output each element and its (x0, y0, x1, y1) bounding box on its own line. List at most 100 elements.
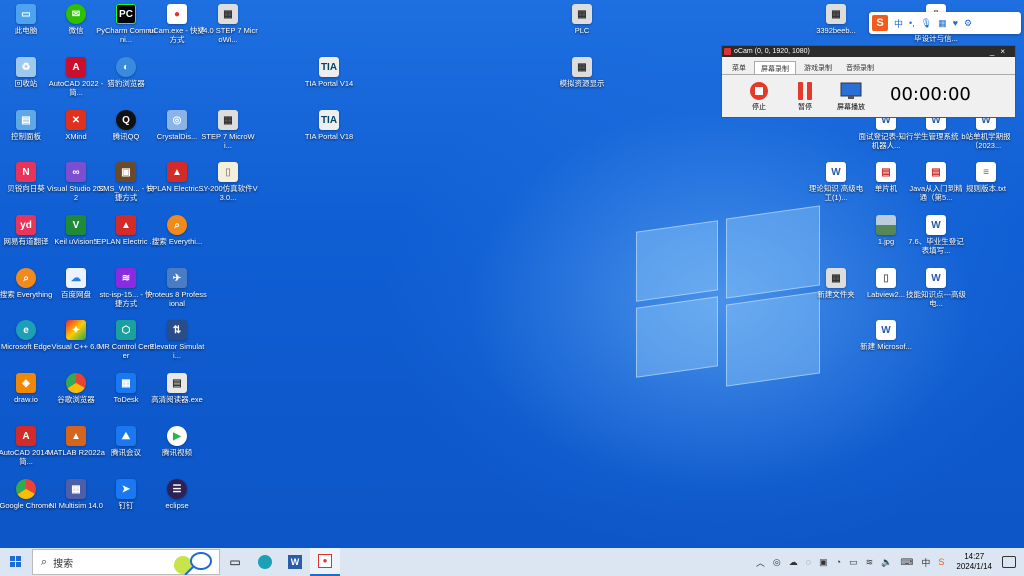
tab-game-record[interactable]: 游戏录制 (798, 61, 838, 74)
edge-icon: e (16, 320, 36, 340)
desktop-icon-eclipse[interactable]: ☰ eclipse (149, 479, 205, 531)
desktop-icon-stc-isp[interactable]: ≋ stc-isp-15... - 快捷方式 (98, 268, 154, 320)
toolbox-icon[interactable]: ⚙ (964, 18, 972, 29)
desktop-icon-step7-micro[interactable]: ▦ STEP 7 MicroWi... (200, 110, 256, 162)
desktop-icon-elevator[interactable]: ⇅ Elevator Simulati... (149, 320, 205, 372)
autocad-icon: A (66, 57, 86, 77)
sms-icon: ▣ (116, 162, 136, 182)
desktop-icon-mr-control[interactable]: ⬡ MR Control Center (98, 320, 154, 372)
todesk-icon: ▦ (116, 373, 136, 393)
drawio-icon: ◈ (16, 373, 36, 393)
screen-play-button[interactable]: 屏幕播放 (828, 81, 874, 112)
step7-icon: ▦ (218, 4, 238, 24)
desktop-icon-dingding[interactable]: ➤ 钉钉 (98, 479, 154, 531)
pause-icon (794, 81, 816, 101)
desktop-icon-pdf-reader[interactable]: ▤ 高清阅读器.exe (149, 373, 205, 425)
desktop-icon-todesk[interactable]: ▦ ToDesk (98, 373, 154, 425)
ocam-toolbar: 停止 暂停 屏幕播放 00:00:00 (722, 75, 1015, 112)
desktop-icon-sms-win[interactable]: ▣ SMS_WIN... - 快捷方式 (98, 162, 154, 214)
tab-audio-record[interactable]: 音频录制 (840, 61, 880, 74)
desktop-icon-proteus[interactable]: ✈ Proteus 8 Professional (147, 268, 207, 320)
notification-center-icon[interactable] (1002, 556, 1016, 568)
minimize-icon[interactable]: _ (990, 47, 1000, 56)
taskbar-edge[interactable] (250, 548, 280, 576)
wifi-icon[interactable]: ≋ (866, 557, 874, 568)
pdf-icon: ▤ (876, 162, 896, 182)
desktop-icon-tia14[interactable]: TIA TIA Portal V14 (301, 57, 357, 109)
desktop-icon-tencent-video[interactable]: ▶ 腾讯视频 (149, 426, 205, 478)
desktop-icon-v4-step7[interactable]: ▦ V4.0 STEP 7 MicroWi... (198, 4, 258, 56)
network-icon[interactable]: ◌ (806, 557, 811, 567)
taskbar-word[interactable]: W (280, 548, 310, 576)
desktop-icon-skill-doc[interactable]: W 技能知识点---高级电... (906, 268, 966, 320)
cloud-sync-icon[interactable]: ☁ (789, 557, 798, 568)
pause-button[interactable]: 暂停 (782, 81, 828, 112)
clock[interactable]: 14:27 2024/1/14 (956, 552, 992, 572)
tia-portal-icon: TIA (319, 57, 339, 77)
search-placeholder: 搜索 (53, 558, 74, 570)
eplan-icon: ▲ (116, 215, 136, 235)
keyboard-icon[interactable]: ▦ (938, 18, 947, 29)
sogou-logo-icon[interactable]: S (872, 15, 888, 31)
tray-app-icon[interactable]: ◔ (836, 557, 841, 567)
desktop-icon-qq[interactable]: Q 腾讯QQ (98, 110, 154, 162)
desktop-icon-plc[interactable]: ▦ PLC (554, 4, 610, 56)
desktop-icon-browser[interactable]: ◐ 猎豹浏览器 (98, 57, 154, 109)
close-icon[interactable]: × (1000, 47, 1011, 56)
desktop-icon-graduation[interactable]: W 7.6、毕业生登记表填写... (908, 215, 964, 267)
tray-app-icon[interactable]: ◎ (773, 557, 781, 568)
desktop-icon-ucam[interactable]: ● uCam.exe - 快捷方式 (149, 4, 205, 56)
volume-icon[interactable]: 🔈 (881, 557, 892, 568)
keyboard-icon[interactable]: ⌨ (900, 557, 913, 568)
desktop-icon-crystaldisk[interactable]: ◎ CrystalDis... (149, 110, 205, 162)
word-doc-icon: W (826, 162, 846, 182)
computer-icon: ▭ (16, 4, 36, 24)
eclipse-icon: ☰ (167, 479, 187, 499)
ocam-titlebar[interactable]: oCam (0, 0, 1920, 1080) _× (722, 46, 1015, 57)
desktop-icon-rules-txt[interactable]: ≡ 规则版本.txt (958, 162, 1014, 214)
edge-icon (258, 555, 272, 569)
start-button[interactable] (0, 548, 32, 576)
search-magnifier-icon: ⌕ (16, 268, 36, 288)
tennis-decoration-icon (174, 552, 212, 575)
desktop-icon-new-ms[interactable]: W 新建 Microsof... (858, 320, 914, 372)
system-tray: ︿ ◎ ☁ ◌ ▣ ◔ ▭ ≋ 🔈 ⌨ 中 S 14:27 2024/1/14 (752, 548, 1024, 576)
ocam-window[interactable]: oCam (0, 0, 1920, 1080) _× 菜单 屏幕录制 游戏录制 … (721, 45, 1016, 118)
show-hidden-icons-chevron-icon[interactable]: ︿ (756, 556, 765, 569)
taskbar-search-box[interactable]: ⌕ 搜索 (32, 549, 220, 575)
window-controls[interactable]: _× (990, 46, 1011, 57)
ime-lang-label[interactable]: 中 (894, 17, 903, 30)
punctuation-icon[interactable]: •, (909, 18, 915, 28)
microphone-icon[interactable]: 🎙 (921, 18, 932, 29)
sogou-tray-icon[interactable]: S (938, 557, 944, 567)
task-view-icon: ▭ (229, 555, 241, 569)
desktop-icon-tia18[interactable]: TIA TIA Portal V18 (301, 110, 357, 162)
desktop-icon-sy200[interactable]: ▯ SY-200仿真软件V3.0... (198, 162, 258, 214)
search-magnifier-icon: ⌕ (167, 215, 187, 235)
desktop-icon-eplan1[interactable]: ▲ EPLAN Electric ... (147, 162, 207, 214)
desktop-icon-resource-display[interactable]: ▦ 模拟资源显示 (554, 57, 610, 109)
pdf-icon: ▤ (926, 162, 946, 182)
tray-app-icon[interactable]: ▣ (819, 557, 828, 568)
ime-indicator[interactable]: 中 (921, 556, 930, 569)
windows-logo (636, 204, 822, 387)
taskbar-task-view[interactable]: ▭ (220, 548, 250, 576)
skin-icon[interactable]: ♥ (953, 18, 958, 28)
clock-date: 2024/1/14 (956, 562, 992, 571)
taskbar-ocam[interactable]: ● (310, 548, 340, 576)
tab-menu[interactable]: 菜单 (726, 61, 752, 74)
stop-button[interactable]: 停止 (736, 81, 782, 112)
desktop-icon-pycharm[interactable]: PC PyCharm Communi... (96, 4, 156, 56)
desktop-icon-everything2[interactable]: ⌕ 搜索 Everythi... (149, 215, 205, 267)
desktop-icon-eplan2[interactable]: ▲ EPLAN Electric ... (96, 215, 156, 267)
cloud-icon: ☁ (66, 268, 86, 288)
mr-control-icon: ⬡ (116, 320, 136, 340)
tia-portal-icon: TIA (319, 110, 339, 130)
battery-icon[interactable]: ▭ (849, 557, 858, 568)
qq-penguin-icon: Q (116, 110, 136, 130)
tab-screen-record[interactable]: 屏幕录制 (754, 61, 796, 74)
ime-toolbar[interactable]: S 中 •, 🎙 ▦ ♥ ⚙ (869, 12, 1021, 34)
play-icon: ▶ (167, 426, 187, 446)
desktop-icon-tencent-meeting[interactable]: ⛰ 腾讯会议 (98, 426, 154, 478)
browser-icon: ◐ (116, 57, 136, 77)
